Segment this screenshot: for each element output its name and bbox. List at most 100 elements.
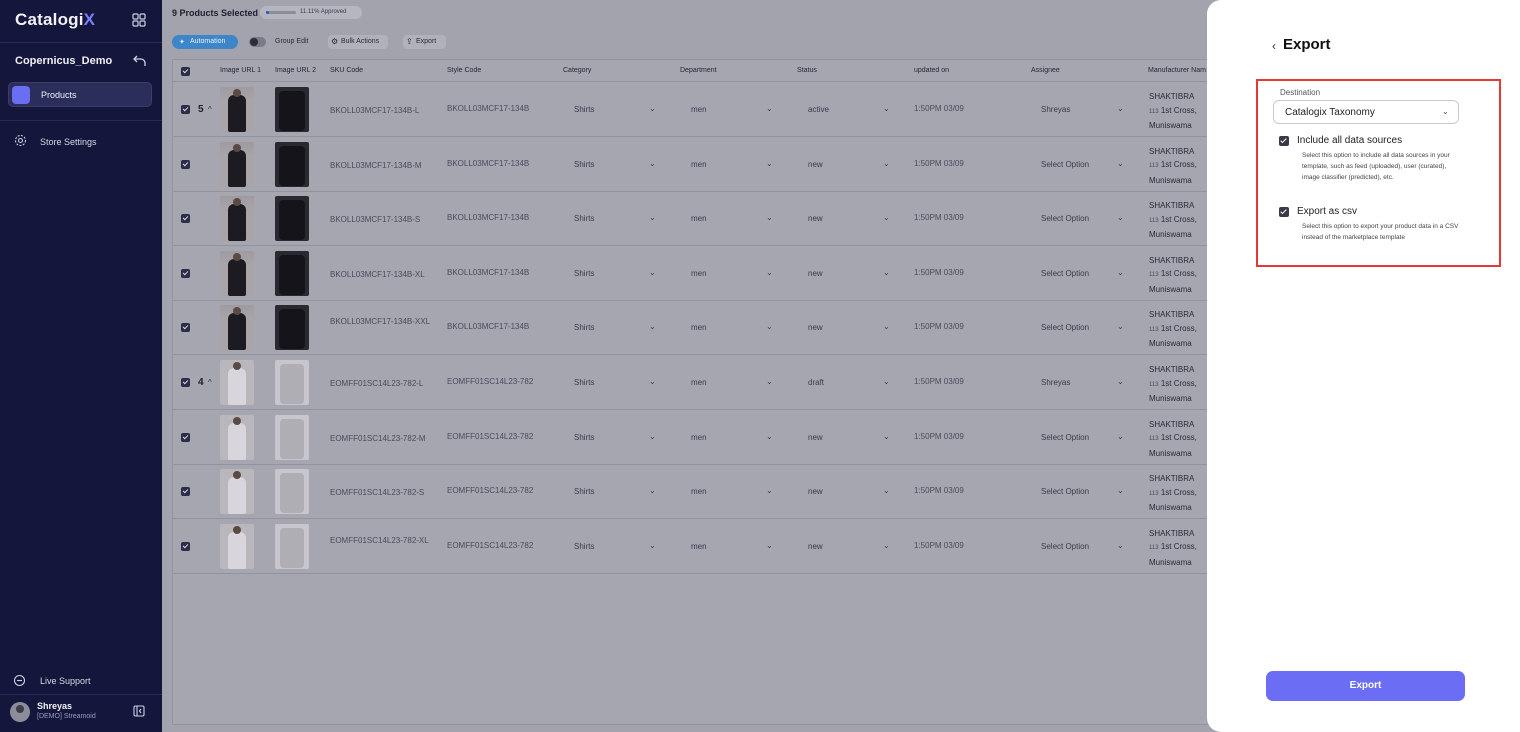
category-select[interactable]: Shirts [574, 378, 594, 387]
chevron-up-icon[interactable]: ^ [208, 378, 212, 387]
table-row[interactable]: EOMFF01SC14L23-782-XL EOMFF01SC14L23-782 S… [173, 519, 1221, 574]
collapse-sidebar-icon[interactable] [133, 705, 145, 717]
assignee-select[interactable]: Shreyas [1041, 105, 1070, 114]
export-as-csv-checkbox[interactable] [1279, 207, 1289, 217]
chevron-down-icon: ⌄ [649, 267, 656, 277]
approved-progress: 11.11% Approved [260, 6, 362, 19]
status-select[interactable]: draft [808, 378, 824, 387]
assignee-select[interactable]: Select Option [1041, 542, 1089, 551]
status-select[interactable]: active [808, 105, 829, 114]
product-image-2[interactable] [275, 141, 309, 187]
product-image-2[interactable] [275, 305, 309, 351]
export-button[interactable]: Export [1266, 671, 1465, 701]
product-image-2[interactable] [275, 469, 309, 515]
assignee-select[interactable]: Select Option [1041, 433, 1089, 442]
product-image-2[interactable] [275, 414, 309, 460]
back-arrow-icon[interactable] [132, 53, 147, 68]
department-select[interactable]: men [691, 487, 707, 496]
table-row[interactable]: EOMFF01SC14L23-782-S EOMFF01SC14L23-782 Sh… [173, 464, 1221, 520]
user-profile[interactable]: Shreyas [DEMO] Streamoid [10, 700, 120, 724]
include-all-sources-checkbox[interactable] [1279, 136, 1289, 146]
live-support-label: Live Support [40, 676, 91, 686]
product-image-1[interactable] [220, 87, 254, 132]
table-row[interactable]: BKOLL03MCF17-134B-XL BKOLL03MCF17-134B Shi… [173, 246, 1221, 301]
department-select[interactable]: men [691, 433, 707, 442]
product-image-1[interactable] [220, 414, 254, 460]
chevron-up-icon[interactable]: ^ [208, 105, 212, 114]
category-select[interactable]: Shirts [574, 214, 594, 223]
department-select[interactable]: men [691, 105, 707, 114]
department-select[interactable]: men [691, 160, 707, 169]
category-select[interactable]: Shirts [574, 323, 594, 332]
product-image-1[interactable] [220, 196, 254, 242]
product-image-1[interactable] [220, 250, 254, 296]
category-select[interactable]: Shirts [574, 269, 594, 278]
row-checkbox[interactable] [181, 323, 190, 333]
group-edit-toggle[interactable] [249, 37, 266, 47]
category-select[interactable]: Shirts [574, 542, 594, 551]
table-row[interactable]: EOMFF01SC14L23-782-M EOMFF01SC14L23-782 Sh… [173, 410, 1221, 465]
automation-button[interactable]: ✦ Automation [172, 35, 238, 49]
status-select[interactable]: new [808, 323, 823, 332]
brand-text: Catalogi [15, 10, 84, 29]
chevron-down-icon: ⌄ [766, 322, 773, 332]
product-image-2[interactable] [275, 196, 309, 242]
table-row[interactable]: BKOLL03MCF17-134B-XXL BKOLL03MCF17-134B Sh… [173, 300, 1221, 356]
row-checkbox[interactable] [181, 268, 190, 278]
table-row[interactable]: BKOLL03MCF17-134B-M BKOLL03MCF17-134B Shir… [173, 137, 1221, 192]
category-select[interactable]: Shirts [574, 105, 594, 114]
row-checkbox[interactable] [181, 378, 190, 387]
row-checkbox[interactable] [181, 214, 190, 224]
mfr-line-2: 113 1st Cross, [1149, 377, 1197, 393]
department-select[interactable]: men [691, 214, 707, 223]
product-image-2[interactable] [275, 523, 309, 569]
grid-icon[interactable] [132, 13, 146, 27]
row-checkbox[interactable] [181, 159, 190, 169]
table-row[interactable]: BKOLL03MCF17-134B-S BKOLL03MCF17-134B Shir… [173, 191, 1221, 247]
department-select[interactable]: men [691, 269, 707, 278]
status-select[interactable]: new [808, 269, 823, 278]
product-image-2[interactable] [275, 87, 309, 132]
assignee-select[interactable]: Select Option [1041, 323, 1089, 332]
sidebar-item-store-settings[interactable]: Store Settings [14, 134, 154, 150]
status-select[interactable]: new [808, 487, 823, 496]
status-select[interactable]: new [808, 214, 823, 223]
product-image-1[interactable] [220, 469, 254, 515]
row-checkbox[interactable] [181, 487, 190, 497]
department-select[interactable]: men [691, 323, 707, 332]
product-image-1[interactable] [220, 360, 254, 405]
table-row[interactable]: 5 ^ BKOLL03MCF17-134B-L BKOLL03MCF17-134B Sh… [173, 82, 1221, 137]
category-select[interactable]: Shirts [574, 487, 594, 496]
assignee-select[interactable]: Shreyas [1041, 378, 1070, 387]
export-toolbar-button[interactable]: ⇪ Export [403, 35, 446, 49]
category-select[interactable]: Shirts [574, 160, 594, 169]
select-all-checkbox[interactable] [181, 67, 190, 76]
status-select[interactable]: new [808, 160, 823, 169]
product-image-1[interactable] [220, 305, 254, 351]
chevron-down-icon: ⌄ [1117, 377, 1124, 386]
row-checkbox[interactable] [181, 541, 190, 551]
destination-select[interactable]: Catalogix Taxonomy ⌄ [1273, 100, 1459, 124]
status-select[interactable]: new [808, 433, 823, 442]
row-checkbox[interactable] [181, 105, 190, 114]
chevron-down-icon: ⌄ [1117, 158, 1124, 168]
row-checkbox[interactable] [181, 432, 190, 442]
product-image-2[interactable] [275, 360, 309, 405]
chevron-down-icon: ⌄ [883, 486, 890, 496]
chevron-left-icon[interactable]: ‹ [1272, 39, 1276, 53]
assignee-select[interactable]: Select Option [1041, 487, 1089, 496]
department-select[interactable]: men [691, 542, 707, 551]
bulk-actions-button[interactable]: ⚙ Bulk Actions [328, 35, 388, 49]
department-select[interactable]: men [691, 378, 707, 387]
assignee-select[interactable]: Select Option [1041, 214, 1089, 223]
product-image-1[interactable] [220, 523, 254, 569]
sidebar-item-products[interactable]: Products [8, 82, 152, 107]
table-row[interactable]: 4 ^ EOMFF01SC14L23-782-L EOMFF01SC14L23-782… [173, 355, 1221, 410]
category-select[interactable]: Shirts [574, 433, 594, 442]
product-image-1[interactable] [220, 141, 254, 187]
assignee-select[interactable]: Select Option [1041, 160, 1089, 169]
live-support-link[interactable]: Live Support [13, 673, 133, 689]
product-image-2[interactable] [275, 250, 309, 296]
status-select[interactable]: new [808, 542, 823, 551]
assignee-select[interactable]: Select Option [1041, 269, 1089, 278]
